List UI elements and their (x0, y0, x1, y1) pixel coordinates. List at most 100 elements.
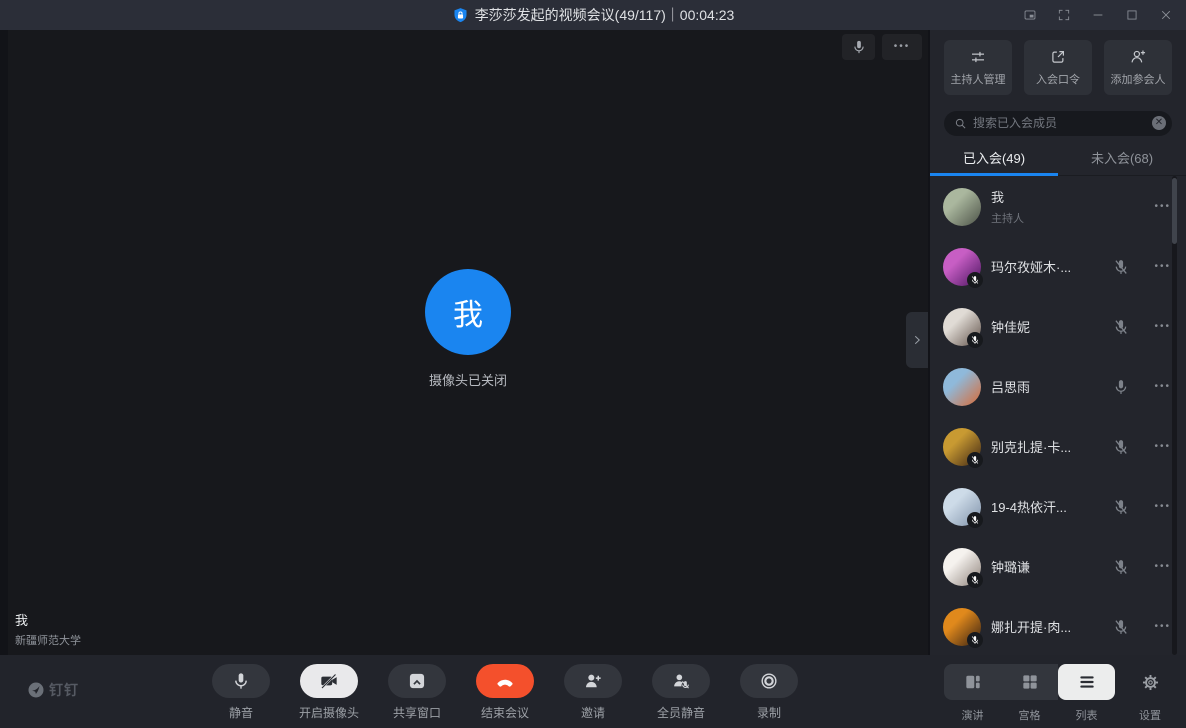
member-mic-icon[interactable] (1112, 558, 1130, 576)
toolbar-record-label: 录制 (757, 704, 781, 721)
member-list-scrollbar[interactable] (1172, 176, 1177, 655)
member-row[interactable]: 吕思雨 ••• (930, 357, 1186, 417)
tab-not-joined[interactable]: 未入会(68) (1058, 141, 1186, 175)
member-mic-icon[interactable] (1112, 438, 1130, 456)
mic-icon (231, 671, 251, 691)
list-view-icon (1077, 672, 1097, 692)
meeting-code-label: 入会口令 (1036, 71, 1080, 87)
member-row[interactable]: 19-4热依汗... ••• (930, 477, 1186, 537)
stage-mic-button[interactable] (842, 34, 875, 60)
member-more-icon[interactable]: ••• (1154, 562, 1171, 572)
tab-joined[interactable]: 已入会(49) (930, 141, 1058, 175)
member-row[interactable]: 我 主持人 ••• (930, 177, 1186, 237)
member-row[interactable]: 钟佳妮 ••• (930, 297, 1186, 357)
toolbar-camera-button[interactable]: 开启摄像头 (285, 664, 373, 721)
invite-icon (583, 671, 603, 691)
view-speaker-button[interactable]: 演讲 (944, 664, 1001, 723)
member-more-icon[interactable]: ••• (1154, 622, 1171, 632)
member-list: 我 主持人 ••• 玛尔孜娅木·... ••• 钟佳妮 (930, 176, 1186, 655)
settings-button[interactable]: 设置 (1128, 664, 1172, 723)
toolbar-invite-button[interactable]: 邀请 (549, 664, 637, 721)
member-row[interactable]: 玛尔孜娅木·... ••• (930, 237, 1186, 297)
view-grid-button[interactable]: 宫格 (1001, 664, 1058, 723)
mute-all-icon (671, 671, 691, 691)
toolbar-mute-all-button[interactable]: 全员静音 (637, 664, 725, 721)
share-window-icon (407, 671, 427, 691)
muted-badge-icon (967, 512, 983, 528)
scrollbar-thumb[interactable] (1172, 178, 1177, 244)
meeting-title: 李莎莎发起的视频会议(49/117)｜00:04:23 (475, 5, 735, 25)
toolbar-record-button[interactable]: 录制 (725, 664, 813, 721)
toolbar-end-meeting-button[interactable]: 结束会议 (461, 664, 549, 721)
window-controls (1018, 0, 1178, 30)
meeting-code-button[interactable]: 入会口令 (1024, 40, 1092, 95)
meeting-title-wrap: 李莎莎发起的视频会议(49/117)｜00:04:23 (452, 5, 735, 25)
member-role: 主持人 (991, 210, 1024, 226)
member-more-icon[interactable]: ••• (1154, 202, 1171, 212)
member-name: 钟佳妮 (991, 317, 1030, 336)
main-area: ••• 我 摄像头已关闭 我 新疆师范大学 主持人管理 (0, 30, 1186, 655)
toolbar-share-label: 共享窗口 (393, 704, 441, 721)
panel-collapse-handle[interactable] (906, 312, 928, 368)
grid-view-icon (1020, 672, 1040, 692)
minimize-icon[interactable] (1086, 3, 1110, 27)
video-stage: ••• 我 摄像头已关闭 我 新疆师范大学 (8, 30, 928, 655)
external-link-icon (1049, 48, 1067, 66)
person-plus-icon (1129, 48, 1147, 66)
member-row[interactable]: 娜扎开提·肉... ••• (930, 597, 1186, 655)
member-mic-icon[interactable] (1112, 318, 1130, 336)
member-more-icon[interactable]: ••• (1154, 322, 1171, 332)
dingtalk-meeting-window: 李莎莎发起的视频会议(49/117)｜00:04:23 ••• 我 摄像头已关闭… (0, 0, 1186, 728)
member-mic-icon[interactable] (1112, 258, 1130, 276)
view-list-label: 列表 (1076, 707, 1098, 723)
member-name: 钟璐谦 (991, 557, 1030, 576)
search-input[interactable] (973, 116, 1152, 130)
view-mode-switcher: 演讲 宫格 列表 (944, 664, 1115, 723)
security-shield-lock-icon (452, 7, 469, 24)
host-management-button[interactable]: 主持人管理 (944, 40, 1012, 95)
avatar (943, 368, 981, 406)
sliders-icon (969, 48, 987, 66)
stage-more-button[interactable]: ••• (882, 34, 922, 60)
member-row[interactable]: 别克扎提·卡... ••• (930, 417, 1186, 477)
panel-actions: 主持人管理 入会口令 添加参会人 (944, 40, 1172, 95)
add-participant-button[interactable]: 添加参会人 (1104, 40, 1172, 95)
toolbar-mute-button[interactable]: 静音 (197, 664, 285, 721)
member-mic-icon[interactable] (1112, 618, 1130, 636)
gear-icon (1141, 673, 1160, 692)
record-icon (759, 671, 779, 691)
speaker-view-icon (963, 672, 983, 692)
add-participant-label: 添加参会人 (1111, 71, 1166, 87)
dingtalk-logo-text: 钉钉 (49, 680, 79, 700)
member-mic-icon[interactable] (1112, 498, 1130, 516)
view-list-button[interactable]: 列表 (1058, 664, 1115, 723)
toolbar-invite-label: 邀请 (581, 704, 605, 721)
dingtalk-logo-icon (27, 681, 45, 699)
search-icon (954, 117, 967, 130)
tab-not-joined-label: 未入会(68) (1091, 148, 1153, 167)
toolbar-end-meeting-label: 结束会议 (481, 704, 529, 721)
view-grid-label: 宫格 (1019, 707, 1041, 723)
member-more-icon[interactable]: ••• (1154, 262, 1171, 272)
member-more-icon[interactable]: ••• (1154, 382, 1171, 392)
clear-search-icon[interactable]: ✕ (1152, 116, 1166, 130)
speaker-organization: 新疆师范大学 (15, 632, 81, 648)
member-more-icon[interactable]: ••• (1154, 502, 1171, 512)
member-mic-icon[interactable] (1112, 378, 1130, 396)
self-avatar-text: 我 (453, 290, 483, 334)
member-more-icon[interactable]: ••• (1154, 442, 1171, 452)
toolbar-share-window-button[interactable]: 共享窗口 (373, 664, 461, 721)
tab-joined-label: 已入会(49) (963, 148, 1025, 167)
toolbar-mute-all-label: 全员静音 (657, 704, 705, 721)
stage-controls: ••• (842, 34, 922, 60)
member-mic-icon[interactable] (1112, 198, 1130, 216)
avatar (943, 188, 981, 226)
close-icon[interactable] (1154, 3, 1178, 27)
meeting-toolbar: 静音 开启摄像头 共享窗口 结束会议 邀请 全员静音 (197, 664, 813, 721)
member-panel: 主持人管理 入会口令 添加参会人 ✕ 已入会(49) 未入会(68) (930, 30, 1186, 655)
fullscreen-icon[interactable] (1052, 3, 1076, 27)
maximize-icon[interactable] (1120, 3, 1144, 27)
member-row[interactable]: 钟璐谦 ••• (930, 537, 1186, 597)
search-box: ✕ (944, 111, 1172, 136)
mini-window-icon[interactable] (1018, 3, 1042, 27)
